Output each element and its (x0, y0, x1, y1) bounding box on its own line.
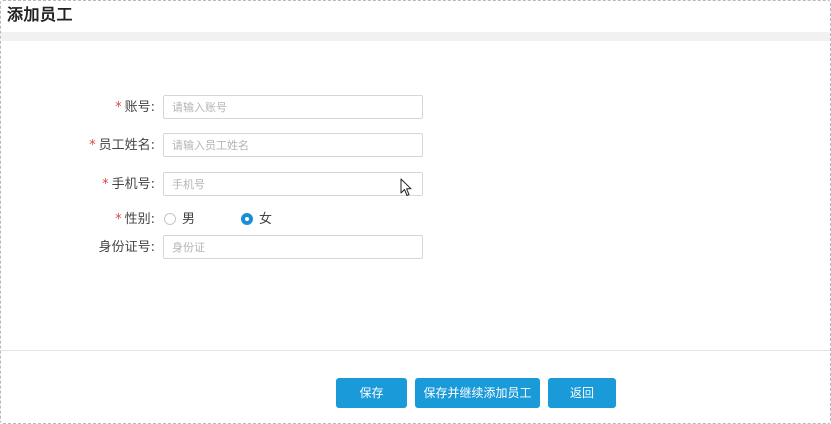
gender-male-radio[interactable] (164, 213, 176, 225)
id-card-label: 身份证号: (98, 240, 155, 255)
form-row-id-card: 身份证号: (1, 235, 830, 261)
account-label-text: 账号: (124, 100, 155, 115)
save-button[interactable]: 保存 (336, 378, 407, 408)
mouse-pointer-icon (400, 178, 412, 196)
employee-name-input[interactable] (163, 133, 423, 157)
page-title: 添加员工 (7, 5, 74, 24)
employee-name-label: * 员工姓名: (89, 133, 155, 159)
gender-label-text: 性别: (124, 212, 155, 227)
employee-name-label-text: 员工姓名: (98, 138, 155, 153)
footer-divider (1, 350, 830, 351)
phone-input[interactable] (163, 172, 423, 196)
form-row-phone: * 手机号: (1, 172, 830, 198)
back-button[interactable]: 返回 (548, 378, 616, 408)
form-row-employee-name: * 员工姓名: (1, 133, 830, 159)
gender-female-label[interactable]: 女 (259, 207, 272, 233)
form-row-gender: * 性别: 男 女 (1, 207, 830, 233)
phone-label-text: 手机号: (111, 177, 155, 192)
phone-label: * 手机号: (102, 172, 155, 198)
gender-label: * 性别: (115, 207, 155, 233)
gender-male-label[interactable]: 男 (182, 207, 195, 233)
required-mark: * (115, 212, 122, 227)
gender-female-radio[interactable] (241, 213, 253, 225)
save-and-continue-button[interactable]: 保存并继续添加员工 (415, 378, 540, 408)
required-mark: * (115, 100, 122, 115)
account-label: * 账号: (115, 95, 155, 121)
required-mark: * (102, 177, 109, 192)
required-mark: * (89, 138, 96, 153)
id-card-input[interactable] (163, 235, 423, 259)
form-row-account: * 账号: (1, 95, 830, 121)
page-frame: 添加员工 *账号: *员工姓名: *手机号: *性别: 男 女 身份证号: 保存… (0, 0, 831, 424)
title-divider (1, 32, 830, 41)
account-input[interactable] (163, 95, 423, 119)
